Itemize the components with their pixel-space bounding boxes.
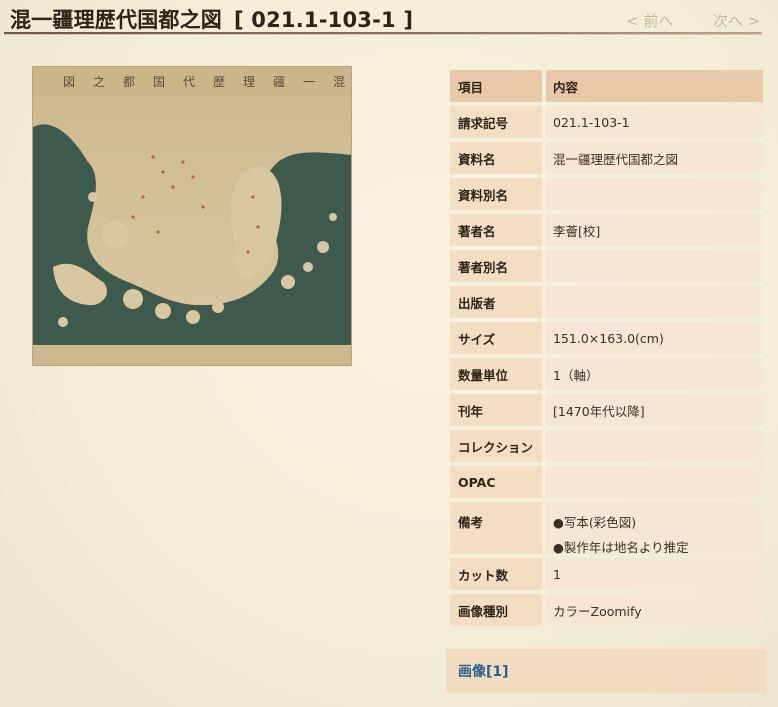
row-value: 1	[546, 558, 763, 590]
table-row: 請求記号 021.1-103-1	[450, 106, 763, 138]
row-key: 資料名	[450, 142, 542, 174]
table-row: 画像種別 カラーZoomify	[450, 594, 763, 626]
table-row: カット数 1	[450, 558, 763, 590]
table-row: OPAC	[450, 466, 763, 498]
row-value	[546, 430, 763, 462]
map-title-char: 混	[333, 75, 345, 89]
map-thumbnail[interactable]: 混一疆理歴代国都之図	[32, 66, 352, 366]
map-title-char: 都	[123, 75, 135, 89]
row-value: 151.0×163.0(cm)	[546, 322, 763, 354]
table-header-value: 内容	[546, 70, 763, 102]
row-value	[546, 178, 763, 210]
map-title-char: 一	[303, 75, 315, 89]
row-key: 備考	[450, 502, 542, 554]
row-value: カラーZoomify	[546, 594, 763, 626]
row-value	[546, 466, 763, 498]
row-value: 021.1-103-1	[546, 106, 763, 138]
row-key: カット数	[450, 558, 542, 590]
map-title-char: 歴	[213, 75, 225, 89]
next-button[interactable]: 次へ >	[713, 10, 760, 31]
map-image: 混一疆理歴代国都之図	[33, 67, 351, 365]
row-value	[546, 250, 763, 282]
row-key: 請求記号	[450, 106, 542, 138]
row-value: 混一疆理歴代国都之図	[546, 142, 763, 174]
table-header-key: 項目	[450, 70, 542, 102]
row-key: 画像種別	[450, 594, 542, 626]
image-link[interactable]: 画像[1]	[458, 661, 509, 681]
table-row: 備考 ●写本(彩色図) ●製作年は地名より推定	[450, 502, 763, 555]
prev-button[interactable]: < 前へ	[626, 10, 673, 31]
images-section: 画像[1]	[446, 649, 767, 693]
row-key: サイズ	[450, 322, 542, 354]
table-row: 著者名 李薈[校]	[450, 214, 763, 246]
map-title-char: 図	[63, 75, 75, 89]
row-key: 数量単位	[450, 358, 542, 390]
map-title-char: 之	[93, 75, 105, 89]
page-title: 混一疆理歴代国都之図 [ 021.1-103-1 ]	[10, 4, 413, 34]
map-title-char: 国	[153, 75, 165, 89]
row-key: 資料別名	[450, 178, 542, 210]
row-value: [1470年代以降]	[546, 394, 763, 426]
table-row: サイズ 151.0×163.0(cm)	[450, 322, 763, 354]
row-key: 著者名	[450, 214, 542, 246]
row-key: OPAC	[450, 466, 542, 498]
map-title-char: 代	[183, 75, 195, 89]
page-header: 混一疆理歴代国都之図 [ 021.1-103-1 ] < 前へ 次へ >	[0, 0, 778, 36]
table-row: 資料名 混一疆理歴代国都之図	[450, 142, 763, 174]
map-title-char: 疆	[273, 75, 285, 89]
row-value-line: ●製作年は地名より推定	[553, 540, 689, 555]
row-value-line: ●写本(彩色図)	[553, 515, 637, 530]
row-key: コレクション	[450, 430, 542, 462]
table-header-row: 項目 内容	[450, 70, 763, 102]
row-value: ●写本(彩色図) ●製作年は地名より推定	[546, 502, 763, 555]
header-divider	[4, 32, 762, 35]
title-text: 混一疆理歴代国都之図	[10, 8, 222, 32]
table-row: 数量単位 1（軸）	[450, 358, 763, 390]
table-row: 出版者	[450, 286, 763, 318]
row-value: 李薈[校]	[546, 214, 763, 246]
row-key: 著者別名	[450, 250, 542, 282]
row-value: 1（軸）	[546, 358, 763, 390]
table-row: 著者別名	[450, 250, 763, 282]
call-number-code: [ 021.1-103-1 ]	[234, 8, 414, 32]
map-title-char: 理	[243, 75, 255, 89]
table-row: コレクション	[450, 430, 763, 462]
row-key: 刊年	[450, 394, 542, 426]
row-value	[546, 286, 763, 318]
table-row: 資料別名	[450, 178, 763, 210]
row-key: 出版者	[450, 286, 542, 318]
table-row: 刊年 [1470年代以降]	[450, 394, 763, 426]
